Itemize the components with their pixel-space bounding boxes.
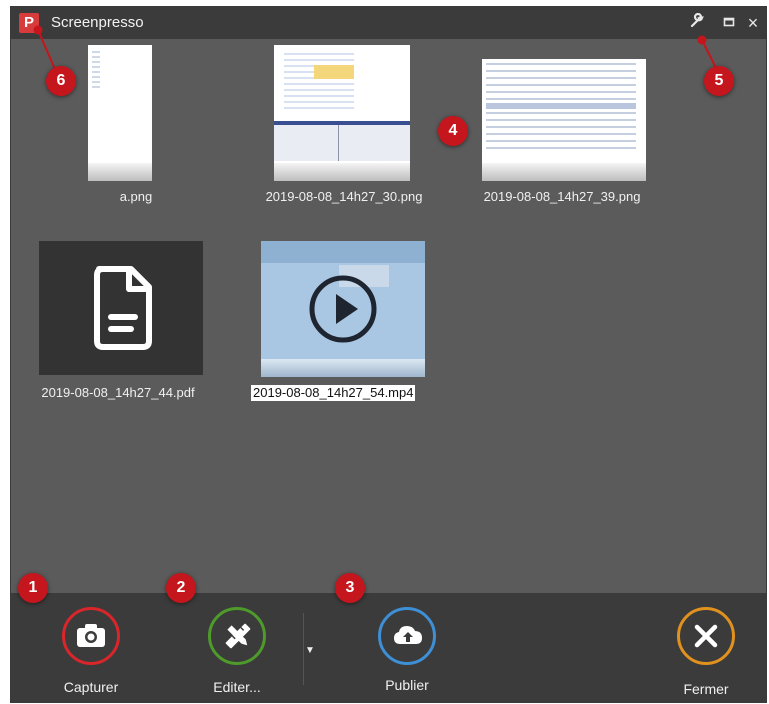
close-x-icon[interactable] [677, 607, 735, 665]
file-name: a.png [119, 189, 153, 204]
edit-button[interactable]: Editer... [177, 607, 297, 697]
callout-badge-4: 4 [438, 116, 468, 146]
close-label: Fermer [683, 681, 729, 697]
cloud-upload-icon[interactable] [378, 607, 436, 665]
callout-badge-2: 2 [166, 573, 196, 603]
action-bar: Capturer Editer... ▼ Publier Fermer [11, 593, 766, 703]
file-name: 2019-08-08_14h27_39.png [483, 189, 641, 204]
callout-badge-1: 1 [18, 573, 48, 603]
file-thumbnail[interactable] [39, 241, 203, 375]
edit-dropdown-arrow[interactable]: ▼ [305, 645, 315, 656]
file-tile-selected[interactable]: 2019-08-08_14h27_54.mp4 [251, 239, 425, 409]
camera-icon[interactable] [62, 607, 120, 665]
capture-button[interactable]: Capturer [31, 607, 151, 697]
divider [303, 613, 304, 685]
file-name: 2019-08-08_14h27_44.pdf [41, 385, 195, 400]
close-window-icon[interactable]: × [743, 13, 763, 33]
file-thumbnail[interactable] [482, 59, 646, 181]
capture-label: Capturer [63, 679, 119, 695]
screenpresso-logo-icon[interactable]: P [19, 13, 39, 33]
file-tile[interactable]: a.png [51, 43, 221, 213]
file-name-selected[interactable]: 2019-08-08_14h27_54.mp4 [251, 385, 416, 401]
callout-badge-3: 3 [335, 573, 365, 603]
edit-tools-icon[interactable] [208, 607, 266, 665]
screenpresso-window: P Screenpresso × a.png 2019-08-08_14h27_… [10, 6, 767, 703]
settings-wrench-icon[interactable] [687, 12, 707, 33]
window-title: Screenpresso [51, 14, 144, 31]
file-name: 2019-08-08_14h27_30.png [265, 189, 423, 204]
file-thumbnail[interactable] [261, 241, 425, 377]
callout-badge-6: 6 [46, 66, 76, 96]
edit-label: Editer... [213, 679, 261, 695]
file-tile[interactable]: 2019-08-08_14h27_39.png [477, 43, 647, 213]
pdf-document-icon [94, 266, 152, 350]
close-button[interactable]: Fermer [646, 607, 766, 697]
publish-label: Publier [385, 677, 429, 693]
play-icon[interactable] [308, 274, 378, 344]
title-bar: P Screenpresso × [11, 7, 766, 39]
file-tile[interactable]: 2019-08-08_14h27_30.png [259, 43, 429, 213]
file-tile[interactable]: 2019-08-08_14h27_44.pdf [33, 239, 203, 409]
callout-badge-5: 5 [704, 66, 734, 96]
maximize-icon[interactable] [719, 13, 739, 33]
publish-button[interactable]: Publier [347, 607, 467, 697]
file-thumbnail[interactable] [88, 45, 152, 181]
file-thumbnail[interactable] [274, 45, 410, 181]
